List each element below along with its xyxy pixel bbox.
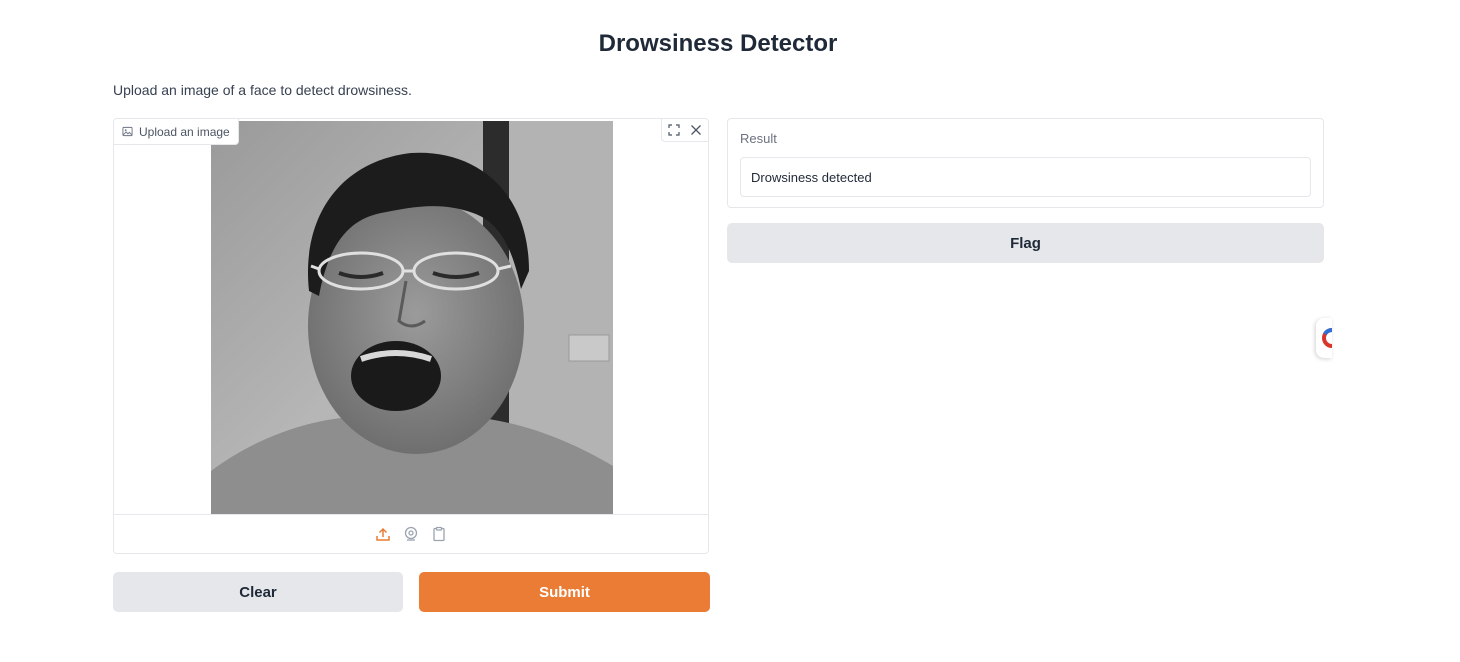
image-input-label: Upload an image bbox=[114, 119, 239, 145]
submit-button[interactable]: Submit bbox=[419, 572, 710, 612]
result-output: Result Drowsiness detected bbox=[727, 118, 1324, 208]
image-toolbar bbox=[661, 119, 708, 142]
image-source-bar bbox=[114, 514, 708, 553]
floating-widget[interactable] bbox=[1316, 318, 1332, 358]
flag-button[interactable]: Flag bbox=[727, 223, 1324, 263]
page-description: Upload an image of a face to detect drow… bbox=[113, 82, 412, 98]
result-textbox[interactable]: Drowsiness detected bbox=[740, 157, 1311, 197]
close-icon[interactable] bbox=[690, 124, 702, 136]
widget-logo-icon bbox=[1322, 328, 1332, 348]
upload-icon[interactable] bbox=[375, 526, 391, 542]
clear-button[interactable]: Clear bbox=[113, 572, 403, 612]
app-page: Drowsiness Detector Upload an image of a… bbox=[0, 0, 1460, 662]
image-input[interactable]: Upload an image bbox=[113, 118, 709, 554]
fullscreen-icon[interactable] bbox=[668, 124, 680, 136]
image-input-label-text: Upload an image bbox=[139, 124, 230, 139]
page-title: Drowsiness Detector bbox=[598, 30, 838, 57]
result-label: Result bbox=[740, 131, 777, 146]
webcam-icon[interactable] bbox=[403, 526, 419, 542]
image-icon bbox=[122, 126, 133, 137]
clipboard-icon[interactable] bbox=[431, 526, 447, 542]
uploaded-face-image bbox=[211, 121, 613, 516]
